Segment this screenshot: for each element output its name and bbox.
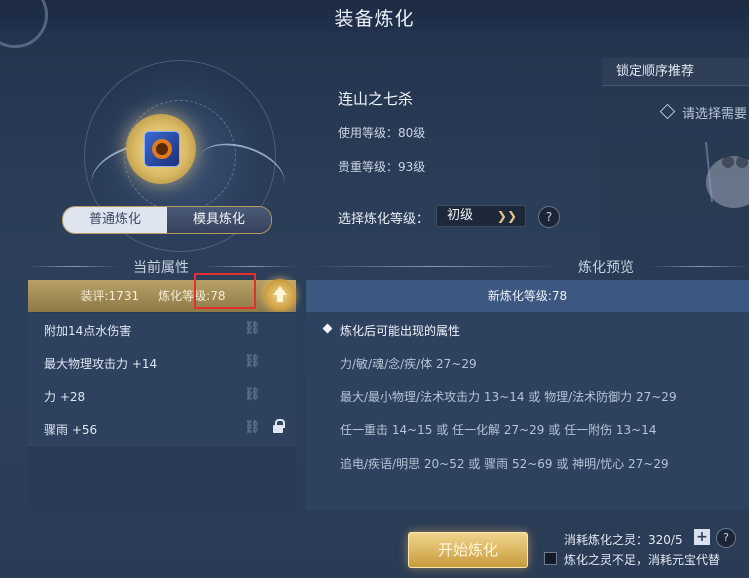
chain-link-icon: ⛓ — [244, 321, 261, 336]
use-level: 使用等级：80级 — [338, 126, 426, 140]
item-name: 连山之七杀 — [338, 90, 414, 108]
equipment-ring-icon[interactable] — [144, 131, 180, 167]
substitute-yuanbao-checkbox[interactable] — [544, 552, 557, 565]
attribute-text: 最大物理攻击力 +14 — [44, 357, 158, 371]
lock-order-recommend-button[interactable]: 锁定顺序推荐 — [602, 58, 749, 86]
divider — [310, 266, 560, 267]
start-refine-button[interactable]: 开始炼化 — [408, 532, 528, 568]
add-button[interactable]: + — [694, 529, 710, 545]
help-button[interactable]: ? — [538, 206, 560, 228]
chain-link-icon: ⛓ — [244, 354, 261, 369]
panda-mascot-icon — [705, 141, 749, 208]
equipment-score: 装评:1731 — [80, 289, 140, 303]
attribute-text: 骤雨 +56 — [44, 423, 98, 437]
preview-subtitle: 炼化后可能出现的属性 — [340, 324, 461, 338]
upgrade-arrow-button[interactable] — [264, 279, 296, 311]
tab-mold-refine[interactable]: 模具炼化 — [167, 207, 271, 233]
preview-line: 追电/疾语/明思 20~52 或 骤雨 52~69 或 神明/忧心 27~29 — [340, 457, 669, 471]
preview-line: 任一重击 14~15 或 任一化解 27~29 或 任一附伤 13~14 — [340, 423, 657, 437]
refine-cost: 消耗炼化之灵：320/5 — [564, 533, 683, 547]
refine-level-select[interactable]: 初级 ❯❯ — [436, 205, 526, 227]
preview-line: 最大/最小物理/法术攻击力 13~14 或 物理/法术防御力 27~29 — [340, 390, 677, 404]
divider — [650, 266, 749, 267]
value-level: 贵重等级：93级 — [338, 160, 426, 174]
refine-level-label: 选择炼化等级： — [338, 212, 430, 227]
preview-line: 力/敏/魂/念/疾/体 27~29 — [340, 357, 477, 371]
refine-tabs: 普通炼化 模具炼化 — [62, 206, 272, 234]
attribute-row: 力 +28 ⛓ — [28, 379, 296, 413]
tab-normal-refine[interactable]: 普通炼化 — [63, 207, 167, 233]
attribute-text: 力 +28 — [44, 390, 86, 404]
lock-icon[interactable] — [272, 419, 285, 433]
attribute-row: 附加14点水伤害 ⛓ — [28, 313, 296, 347]
attribute-row: 骤雨 +56 ⛓ — [28, 412, 296, 446]
attribute-text: 附加14点水伤害 — [44, 324, 132, 338]
checkbox-label: 炼化之灵不足，消耗元宝代替 — [564, 553, 721, 567]
divider — [28, 266, 118, 267]
divider — [204, 266, 296, 267]
new-refine-level: 新炼化等级:78 — [487, 289, 568, 303]
recommend-hint: 请选择需要 — [682, 107, 748, 122]
help-button[interactable]: ? — [716, 528, 736, 548]
current-attributes-title: 当前属性 — [133, 260, 189, 276]
chevron-down-icon: ❯❯ — [496, 209, 517, 223]
refine-preview-title: 炼化预览 — [578, 260, 634, 276]
refine-level-value: 初级 — [447, 208, 474, 223]
highlight-box — [194, 273, 256, 309]
chain-link-icon: ⛓ — [244, 420, 261, 435]
preview-panel — [306, 312, 749, 510]
attribute-row: 最大物理攻击力 +14 ⛓ — [28, 346, 296, 380]
chain-link-icon: ⛓ — [244, 387, 261, 402]
page-title: 装备炼化 — [334, 8, 415, 30]
